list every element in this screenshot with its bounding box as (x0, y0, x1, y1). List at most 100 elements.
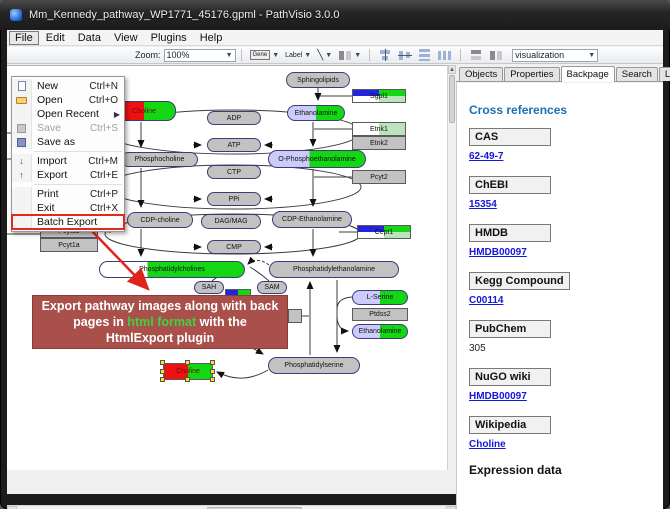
pathway-node-sah[interactable]: SAH (194, 281, 224, 294)
pathway-node-sgpl1[interactable]: Sgpl1 (352, 89, 406, 103)
pathway-node-sam[interactable]: SAM (257, 281, 287, 294)
pathway-node-phosphatidylserine[interactable]: Phosphatidylserine (268, 357, 360, 374)
tab-search[interactable]: Search (616, 67, 658, 81)
selection-handle[interactable] (210, 377, 215, 382)
node-label: ADP (225, 115, 243, 122)
vertical-scroll-thumb[interactable] (449, 75, 455, 123)
xref-link-choline[interactable]: Choline (469, 439, 506, 450)
file-menu-item-batch-export[interactable]: Batch Export (12, 215, 124, 229)
pathway-node-pcyt2[interactable]: Pcyt2 (352, 170, 406, 184)
selection-handle[interactable] (210, 369, 215, 374)
stack-horizontal-button[interactable] (488, 48, 504, 62)
pathway-node-cdp-choline[interactable]: CDP-choline (127, 212, 193, 228)
toolbar-separator (241, 49, 242, 61)
menubar-item-view[interactable]: View (108, 31, 144, 45)
tab-objects[interactable]: Objects (459, 67, 503, 81)
pathway-node-ptdss2[interactable]: Ptdss2 (352, 308, 408, 321)
label-tool-button[interactable]: Label ▼ (284, 48, 312, 62)
pathway-node-sphingolipids[interactable]: Sphingolipids (286, 72, 350, 88)
pathway-node-ethanolamine[interactable]: Ethanolamine (287, 105, 345, 121)
node-label: Phosphatidylethanolamine (291, 266, 377, 273)
align-horizontal-center-button[interactable] (377, 48, 393, 62)
selection-handle[interactable] (160, 360, 165, 365)
distribute-horizontal-button[interactable] (437, 48, 453, 62)
file-menu-item-export[interactable]: ↑ExportCtrl+E (12, 168, 124, 182)
xref-link-15354[interactable]: 15354 (469, 199, 497, 210)
line-tool-button[interactable]: ╲ ▼ (316, 48, 333, 62)
pathway-node-cdp-ethanolamine[interactable]: CDP-Ethanolamine (272, 211, 352, 228)
menubar-item-edit[interactable]: Edit (40, 31, 71, 45)
zoom-combobox[interactable]: 100% ▼ (164, 49, 236, 62)
tab-legend[interactable]: Legend (659, 67, 670, 81)
node-label: SAM (262, 284, 281, 291)
file-menu-item-save[interactable]: SaveCtrl+S (12, 121, 124, 135)
menu-bar: FileEditDataViewPluginsHelp (7, 30, 663, 46)
file-menu-item-exit[interactable]: ExitCtrl+X (12, 201, 124, 215)
pathway-node-phosphocholine[interactable]: Phosphocholine (121, 152, 198, 167)
file-menu-item-new[interactable]: NewCtrl+N (12, 79, 124, 93)
pathway-node-phosphatidylcholines[interactable]: Phosphatidylcholines (99, 261, 245, 278)
canvas-vertical-scrollbar[interactable]: ▲ (447, 65, 456, 470)
tab-properties[interactable]: Properties (504, 67, 559, 81)
menubar-item-file[interactable]: File (9, 31, 39, 45)
scroll-up-icon[interactable]: ▲ (448, 65, 456, 74)
canvas-horizontal-scrollbar[interactable]: ◄ ► (7, 505, 456, 509)
file-menu-item-open[interactable]: OpenCtrl+O (12, 93, 124, 107)
pathway-node-adp[interactable]: ADP (207, 111, 261, 125)
node-label: Choline (174, 368, 202, 375)
file-menu-item-import[interactable]: ↓ImportCtrl+M (12, 154, 124, 168)
distribute-vertical-button[interactable] (417, 48, 433, 62)
save-as-icon (17, 138, 26, 147)
menubar-item-data[interactable]: Data (72, 31, 107, 45)
pathway-node-etnk1[interactable]: Etnk1 (352, 122, 406, 136)
side-panel-tabs: ObjectsPropertiesBackpageSearchLegend (456, 65, 663, 82)
chevron-down-icon: ▼ (226, 52, 233, 59)
menu-separator (34, 184, 122, 185)
selection-handle[interactable] (160, 377, 165, 382)
file-menu-item-open-recent[interactable]: Open Recent▶ (12, 107, 124, 121)
annotation-line1: Export pathway images along with back (42, 298, 279, 314)
selection-handle[interactable] (210, 360, 215, 365)
pathway-node-ppi[interactable]: PPi (207, 192, 261, 206)
tab-backpage[interactable]: Backpage (561, 66, 615, 82)
menubar-item-plugins[interactable]: Plugins (145, 31, 193, 45)
pathway-node-ctp[interactable]: CTP (207, 165, 261, 179)
pathway-node-l-serine[interactable]: L-Serine (352, 290, 408, 305)
pathway-node-o-phosphoethanolamine[interactable]: O-Phosphoethanolamine (268, 150, 366, 168)
menu-separator (34, 151, 122, 152)
cross-references-heading: Cross references (469, 103, 663, 117)
pathway-node-ethanolamine[interactable]: Ethanolamine (352, 324, 408, 339)
menu-item-shortcut: Ctrl+S (90, 123, 124, 134)
node-label: Pcyt2 (368, 174, 390, 181)
pathway-node-pcyt1a[interactable]: Pcyt1a (40, 238, 98, 252)
file-menu-item-save-as[interactable]: Save as (12, 135, 124, 149)
pathway-node-cmp[interactable]: CMP (207, 240, 261, 254)
visualization-combobox[interactable]: visualization ▼ (512, 49, 598, 62)
pathway-node-etnk2[interactable]: Etnk2 (352, 136, 406, 150)
pathway-node-dag-mag[interactable]: DAG/MAG (201, 214, 261, 229)
align-horizontal-center-icon (378, 49, 392, 61)
stack-vertical-button[interactable] (468, 48, 484, 62)
pathway-node[interactable] (288, 309, 302, 323)
selection-handle[interactable] (185, 360, 190, 365)
menubar-item-help[interactable]: Help (194, 31, 229, 45)
xref-link-hmdb00097[interactable]: HMDB00097 (469, 247, 527, 258)
shape-tool-button[interactable]: ▼ (337, 48, 362, 62)
align-vertical-center-button[interactable] (397, 48, 413, 62)
xref-link-hmdb00097[interactable]: HMDB00097 (469, 391, 527, 402)
backpage-panel: Cross references CAS62-49-7ChEBI15354HMD… (456, 83, 663, 509)
node-label: O-Phosphoethanolamine (276, 156, 357, 163)
pathway-node-phosphatidylethanolamine[interactable]: Phosphatidylethanolamine (269, 261, 399, 278)
selection-handle[interactable] (185, 377, 190, 382)
visualization-value: visualization (515, 50, 564, 60)
chevron-down-icon: ▼ (354, 52, 361, 59)
stack-horizontal-icon (489, 49, 503, 61)
pathway-node-atp[interactable]: ATP (207, 138, 261, 152)
file-menu-item-print[interactable]: PrintCtrl+P (12, 187, 124, 201)
selection-handle[interactable] (160, 369, 165, 374)
xref-link-c00114[interactable]: C00114 (469, 295, 503, 306)
node-label: ATP (225, 142, 242, 149)
pathway-node-cept1[interactable]: Cept1 (357, 225, 411, 239)
xref-link-62-49-7[interactable]: 62-49-7 (469, 151, 503, 162)
gene-tool-button[interactable]: Gene ▼ (249, 48, 281, 62)
